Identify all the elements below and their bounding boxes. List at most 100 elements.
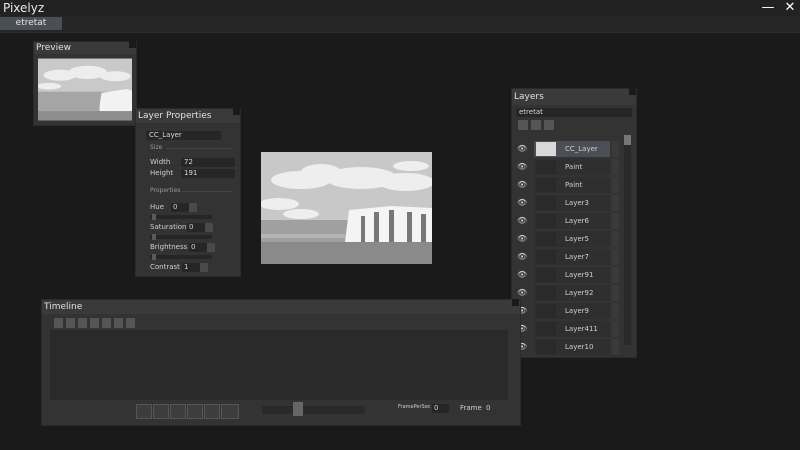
layer-thumbnail (536, 304, 556, 318)
layer-row[interactable]: 👁 Paint (512, 176, 622, 194)
layer-name: Layer411 (565, 325, 598, 333)
copy-frame-icon[interactable] (66, 318, 75, 328)
next-frame-icon[interactable] (187, 404, 203, 419)
last-frame-icon[interactable] (204, 404, 220, 419)
width-label: Width (150, 158, 171, 166)
layer-row[interactable]: 👁 Layer5 (512, 230, 622, 248)
layer-row[interactable]: 👁 Paint (512, 158, 622, 176)
play-icon[interactable] (170, 404, 186, 419)
layer-thumbnail (536, 142, 556, 156)
preview-corner (129, 41, 136, 48)
eye-icon[interactable]: 👁 (517, 288, 527, 298)
new-layer-icon[interactable] (518, 120, 528, 130)
layer-name-field[interactable]: CC_Layer (146, 131, 221, 140)
minimize-icon[interactable]: — (760, 0, 776, 16)
delete-frame-icon[interactable] (102, 318, 111, 328)
hue-slider-handle[interactable] (152, 214, 156, 220)
layers-scrollbar[interactable] (624, 135, 631, 345)
layers-scrollbar-thumb[interactable] (624, 135, 631, 145)
contrast-spinner[interactable] (200, 263, 208, 272)
new-frame-icon[interactable] (54, 318, 63, 328)
saturation-spinner[interactable] (205, 223, 213, 232)
first-frame-icon[interactable] (136, 404, 152, 419)
layer-name: CC_Layer (565, 145, 598, 153)
brightness-spinner[interactable] (207, 243, 215, 252)
saturation-value[interactable]: 0 (187, 223, 205, 232)
layer-handle[interactable] (612, 195, 619, 211)
timeline-track-area[interactable] (50, 330, 508, 400)
frames-per-sec-field[interactable]: 0 (432, 404, 449, 413)
eye-icon[interactable]: 👁 (517, 144, 527, 154)
eye-icon[interactable]: 👁 (517, 180, 527, 190)
layer-row[interactable]: 👁 Layer7 (512, 248, 622, 266)
delete-layer-icon[interactable] (544, 120, 554, 130)
height-label: Height (150, 169, 174, 177)
layer-handle[interactable] (612, 303, 619, 319)
close-icon[interactable]: ✕ (782, 0, 798, 16)
eye-icon[interactable]: 👁 (517, 252, 527, 262)
layer-handle[interactable] (612, 177, 619, 193)
layer-row[interactable]: 👁 Layer92 (512, 284, 622, 302)
hue-value[interactable]: 0 (171, 203, 189, 212)
frame-scrubber[interactable] (262, 406, 365, 414)
layer-handle[interactable] (612, 339, 619, 355)
layer-thumbnail (536, 214, 556, 228)
eye-icon[interactable]: 👁 (517, 234, 527, 244)
onion-skin-icon[interactable] (126, 318, 135, 328)
layer-handle[interactable] (612, 285, 619, 301)
timeline-title: Timeline (42, 300, 520, 314)
layer-handle[interactable] (612, 159, 619, 175)
layers-document-name: etretat (516, 108, 632, 117)
eye-icon[interactable]: 👁 (517, 270, 527, 280)
paste-frame-icon[interactable] (78, 318, 87, 328)
layer-name: Layer7 (565, 253, 589, 261)
height-field[interactable]: 191 (181, 169, 235, 178)
layers-title: Layers (512, 89, 636, 105)
preview-title: Preview (34, 42, 136, 54)
tab-etretat[interactable]: etretat (0, 17, 62, 30)
layer-handle[interactable] (612, 141, 619, 157)
previous-frame-icon[interactable] (153, 404, 169, 419)
layer-name: Layer10 (565, 343, 594, 351)
eye-icon[interactable]: 👁 (517, 198, 527, 208)
document-tab-strip (0, 16, 800, 33)
hue-slider[interactable] (150, 215, 212, 219)
layer-row[interactable]: 👁 Layer91 (512, 266, 622, 284)
layer-row[interactable]: 👁 Layer6 (512, 212, 622, 230)
layer-row[interactable]: 👁 CC_Layer (512, 140, 622, 158)
layer-row[interactable]: 👁 Layer411 (512, 320, 622, 338)
clear-frame-icon[interactable] (114, 318, 123, 328)
layers-corner (629, 88, 636, 95)
width-field[interactable]: 72 (181, 158, 235, 167)
layer-thumbnail (536, 268, 556, 282)
saturation-slider[interactable] (150, 235, 212, 239)
layer-name: Paint (565, 181, 583, 189)
layer-handle[interactable] (612, 213, 619, 229)
layer-thumbnail (536, 160, 556, 174)
layer-handle[interactable] (612, 231, 619, 247)
loop-icon[interactable] (221, 404, 239, 419)
layer-handle[interactable] (612, 249, 619, 265)
hue-spinner[interactable] (189, 203, 197, 212)
saturation-slider-handle[interactable] (152, 234, 156, 240)
brightness-slider-handle[interactable] (152, 254, 156, 260)
layer-row[interactable]: 👁 Layer9 (512, 302, 622, 320)
contrast-value[interactable]: 1 (182, 263, 200, 272)
layer-row[interactable]: 👁 Layer3 (512, 194, 622, 212)
eye-icon[interactable]: 👁 (517, 162, 527, 172)
layer-thumbnail (536, 286, 556, 300)
frame-scrubber-handle[interactable] (293, 402, 303, 416)
frame-label: Frame (460, 404, 482, 412)
canvas-image[interactable] (261, 152, 432, 264)
layer-handle[interactable] (612, 321, 619, 337)
duplicate-frame-icon[interactable] (90, 318, 99, 328)
brightness-slider[interactable] (150, 255, 212, 259)
brightness-value[interactable]: 0 (189, 243, 207, 252)
eye-icon[interactable]: 👁 (517, 216, 527, 226)
layer-properties-title: Layer Properties (136, 109, 240, 123)
layer-thumbnail (536, 232, 556, 246)
duplicate-layer-icon[interactable] (531, 120, 541, 130)
layer-handle[interactable] (612, 267, 619, 283)
layer-row[interactable]: 👁 Layer10 (512, 338, 622, 356)
preview-image (38, 58, 132, 121)
